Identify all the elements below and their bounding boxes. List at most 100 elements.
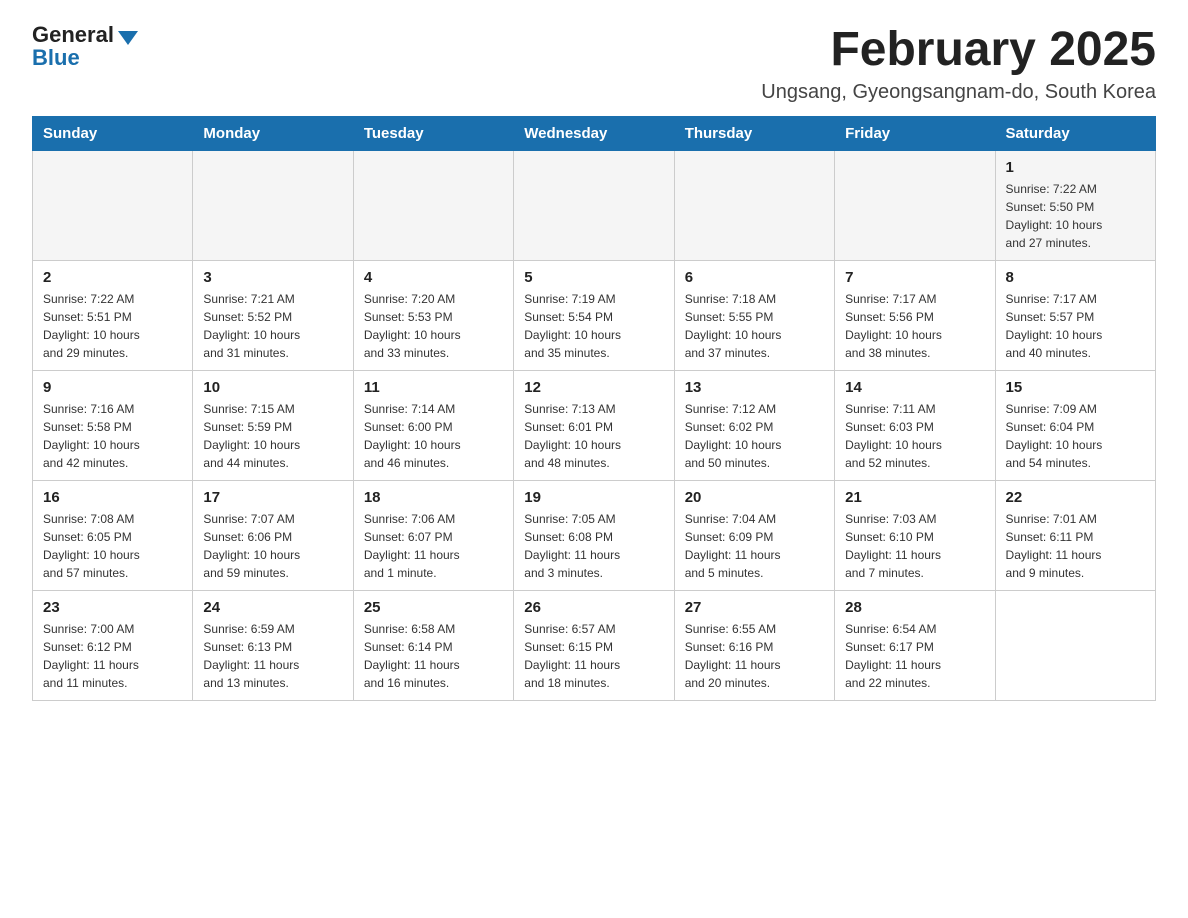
day-info: Sunrise: 7:05 AM Sunset: 6:08 PM Dayligh… [524,510,663,582]
day-number: 10 [203,379,342,396]
day-info: Sunrise: 6:57 AM Sunset: 6:15 PM Dayligh… [524,620,663,692]
table-row [995,590,1155,700]
table-row: 1 Sunrise: 7:22 AM Sunset: 5:50 PM Daylig… [995,150,1155,260]
page-header: General Blue February 2025 Ungsang, Gyeo… [32,24,1156,104]
header-friday: Friday [835,116,995,150]
day-number: 4 [364,269,503,286]
table-row: 22 Sunrise: 7:01 AM Sunset: 6:11 PM Dayli… [995,480,1155,590]
day-info: Sunrise: 7:13 AM Sunset: 6:01 PM Dayligh… [524,400,663,472]
subtitle: Ungsang, Gyeongsangnam-do, South Korea [761,81,1156,104]
day-info: Sunrise: 6:55 AM Sunset: 6:16 PM Dayligh… [685,620,824,692]
day-info: Sunrise: 7:17 AM Sunset: 5:57 PM Dayligh… [1006,290,1145,362]
day-number: 11 [364,379,503,396]
day-info: Sunrise: 7:22 AM Sunset: 5:51 PM Dayligh… [43,290,182,362]
table-row: 14Sunrise: 7:11 AM Sunset: 6:03 PM Dayli… [835,370,995,480]
day-info: Sunrise: 7:15 AM Sunset: 5:59 PM Dayligh… [203,400,342,472]
day-info: Sunrise: 7:01 AM Sunset: 6:11 PM Dayligh… [1006,510,1145,582]
table-row: 19Sunrise: 7:05 AM Sunset: 6:08 PM Dayli… [514,480,674,590]
logo-general-text: General [32,24,114,46]
table-row: 23 Sunrise: 7:00 AM Sunset: 6:12 PM Dayli… [33,590,193,700]
day-info: Sunrise: 7:16 AM Sunset: 5:58 PM Dayligh… [43,400,182,472]
day-number: 5 [524,269,663,286]
day-number: 25 [364,599,503,616]
table-row: 12 Sunrise: 7:13 AM Sunset: 6:01 PM Dayli… [514,370,674,480]
table-row: 20 Sunrise: 7:04 AM Sunset: 6:09 PM Dayli… [674,480,834,590]
day-number: 17 [203,489,342,506]
day-info: Sunrise: 6:59 AM Sunset: 6:13 PM Dayligh… [203,620,342,692]
logo-triangle-icon [118,31,138,45]
day-number: 6 [685,269,824,286]
calendar-week-row: 16 Sunrise: 7:08 AM Sunset: 6:05 PM Dayli… [33,480,1156,590]
calendar-table: Sunday Monday Tuesday Wednesday Thursday… [32,116,1156,701]
table-row [514,150,674,260]
day-number: 20 [685,489,824,506]
table-row: 25 Sunrise: 6:58 AM Sunset: 6:14 PM Dayli… [353,590,513,700]
table-row: 24 Sunrise: 6:59 AM Sunset: 6:13 PM Dayli… [193,590,353,700]
day-number: 23 [43,599,182,616]
calendar-week-row: 23 Sunrise: 7:00 AM Sunset: 6:12 PM Dayli… [33,590,1156,700]
table-row [33,150,193,260]
table-row: 11 Sunrise: 7:14 AM Sunset: 6:00 PM Dayli… [353,370,513,480]
day-number: 3 [203,269,342,286]
calendar-week-row: 1 Sunrise: 7:22 AM Sunset: 5:50 PM Daylig… [33,150,1156,260]
table-row [674,150,834,260]
logo-blue-text: Blue [32,46,80,70]
day-number: 26 [524,599,663,616]
day-number: 7 [845,269,984,286]
table-row [353,150,513,260]
page-title: February 2025 [761,24,1156,77]
header-monday: Monday [193,116,353,150]
table-row: 15Sunrise: 7:09 AM Sunset: 6:04 PM Dayli… [995,370,1155,480]
header-saturday: Saturday [995,116,1155,150]
day-number: 14 [845,379,984,396]
day-info: Sunrise: 7:00 AM Sunset: 6:12 PM Dayligh… [43,620,182,692]
day-info: Sunrise: 6:58 AM Sunset: 6:14 PM Dayligh… [364,620,503,692]
table-row: 27 Sunrise: 6:55 AM Sunset: 6:16 PM Dayli… [674,590,834,700]
day-info: Sunrise: 7:04 AM Sunset: 6:09 PM Dayligh… [685,510,824,582]
table-row: 26 Sunrise: 6:57 AM Sunset: 6:15 PM Dayli… [514,590,674,700]
day-info: Sunrise: 7:18 AM Sunset: 5:55 PM Dayligh… [685,290,824,362]
table-row: 5 Sunrise: 7:19 AM Sunset: 5:54 PM Daylig… [514,260,674,370]
table-row: 16 Sunrise: 7:08 AM Sunset: 6:05 PM Dayli… [33,480,193,590]
day-number: 12 [524,379,663,396]
day-number: 27 [685,599,824,616]
day-info: Sunrise: 7:08 AM Sunset: 6:05 PM Dayligh… [43,510,182,582]
day-info: Sunrise: 7:07 AM Sunset: 6:06 PM Dayligh… [203,510,342,582]
day-number: 28 [845,599,984,616]
day-info: Sunrise: 7:21 AM Sunset: 5:52 PM Dayligh… [203,290,342,362]
day-info: Sunrise: 7:20 AM Sunset: 5:53 PM Dayligh… [364,290,503,362]
table-row: 2 Sunrise: 7:22 AM Sunset: 5:51 PM Daylig… [33,260,193,370]
day-number: 8 [1006,269,1145,286]
calendar-week-row: 9 Sunrise: 7:16 AM Sunset: 5:58 PM Daylig… [33,370,1156,480]
day-info: Sunrise: 7:03 AM Sunset: 6:10 PM Dayligh… [845,510,984,582]
table-row: 10 Sunrise: 7:15 AM Sunset: 5:59 PM Dayli… [193,370,353,480]
day-number: 22 [1006,489,1145,506]
table-row: 4 Sunrise: 7:20 AM Sunset: 5:53 PM Daylig… [353,260,513,370]
day-number: 24 [203,599,342,616]
day-number: 9 [43,379,182,396]
title-block: February 2025 Ungsang, Gyeongsangnam-do,… [761,24,1156,104]
table-row: 9 Sunrise: 7:16 AM Sunset: 5:58 PM Daylig… [33,370,193,480]
table-row: 28 Sunrise: 6:54 AM Sunset: 6:17 PM Dayli… [835,590,995,700]
day-info: Sunrise: 7:19 AM Sunset: 5:54 PM Dayligh… [524,290,663,362]
table-row: 18Sunrise: 7:06 AM Sunset: 6:07 PM Dayli… [353,480,513,590]
table-row [835,150,995,260]
table-row [193,150,353,260]
header-sunday: Sunday [33,116,193,150]
day-info: Sunrise: 7:12 AM Sunset: 6:02 PM Dayligh… [685,400,824,472]
table-row: 17 Sunrise: 7:07 AM Sunset: 6:06 PM Dayli… [193,480,353,590]
day-number: 13 [685,379,824,396]
day-info: Sunrise: 7:22 AM Sunset: 5:50 PM Dayligh… [1006,180,1145,252]
day-info: Sunrise: 6:54 AM Sunset: 6:17 PM Dayligh… [845,620,984,692]
header-tuesday: Tuesday [353,116,513,150]
day-info: Sunrise: 7:06 AM Sunset: 6:07 PM Dayligh… [364,510,503,582]
day-number: 2 [43,269,182,286]
calendar-header-row: Sunday Monday Tuesday Wednesday Thursday… [33,116,1156,150]
day-number: 16 [43,489,182,506]
day-number: 15 [1006,379,1145,396]
day-info: Sunrise: 7:14 AM Sunset: 6:00 PM Dayligh… [364,400,503,472]
day-number: 1 [1006,159,1145,176]
day-number: 21 [845,489,984,506]
table-row: 7Sunrise: 7:17 AM Sunset: 5:56 PM Daylig… [835,260,995,370]
header-wednesday: Wednesday [514,116,674,150]
